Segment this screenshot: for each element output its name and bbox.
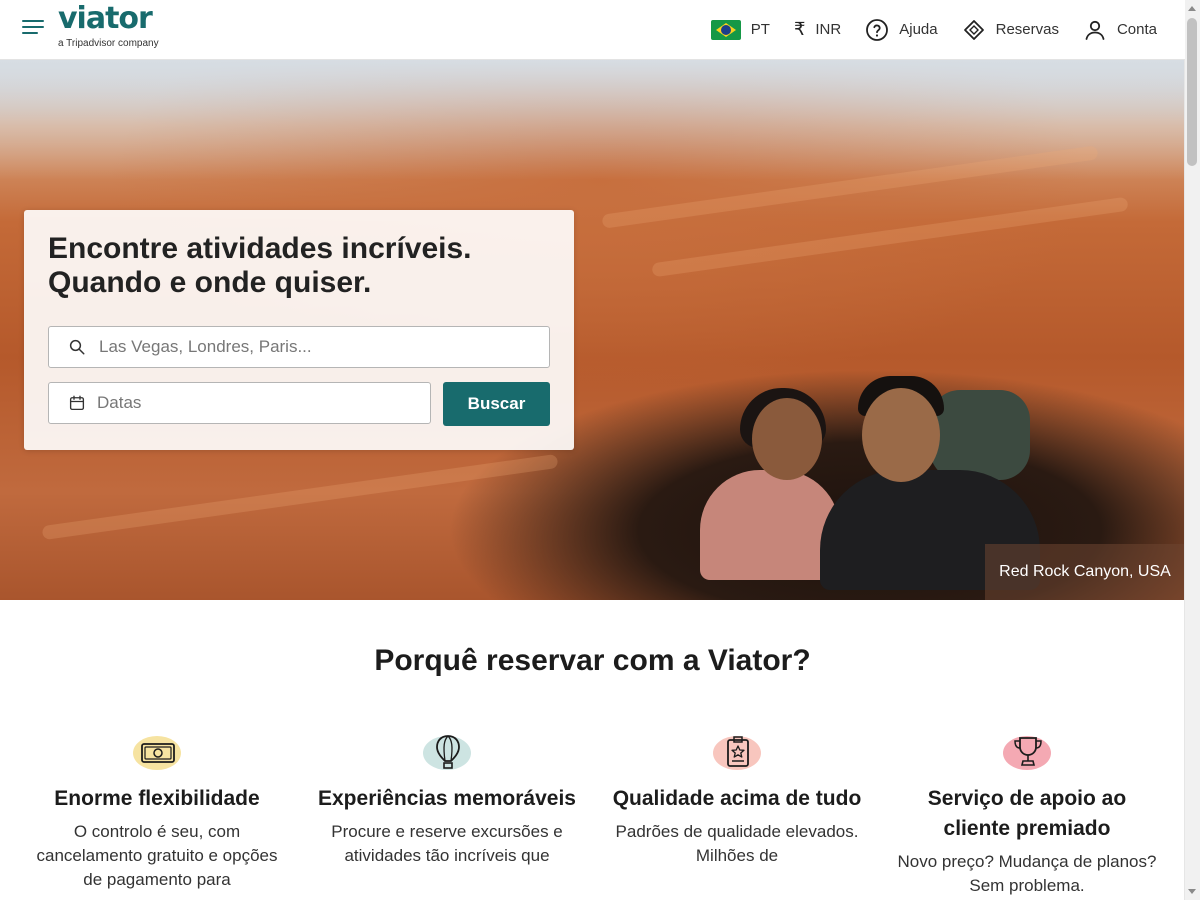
balloon-icon — [417, 730, 477, 774]
site-header: viator a Tripadvisor company PT ₹ INR Aj… — [0, 0, 1185, 60]
currency-label: INR — [815, 21, 842, 38]
dates-field[interactable]: Datas — [48, 382, 431, 424]
header-nav: PT ₹ INR Ajuda Reservas Conta — [710, 0, 1157, 59]
why-section-title: Porquê reservar com a Viator? — [374, 644, 811, 677]
ticket-icon — [962, 18, 986, 42]
viator-logo[interactable]: viator a Tripadvisor company — [58, 1, 159, 50]
logo-wordmark: viator — [58, 1, 153, 36]
bookings-label: Reservas — [995, 21, 1059, 38]
logo-tagline: a Tripadvisor company — [58, 38, 159, 49]
feature-text: Novo preço? Mudança de planos? Sem probl… — [897, 852, 1157, 895]
account-label: Conta — [1116, 21, 1157, 38]
rock-texture — [41, 453, 559, 541]
brazil-flag-icon — [710, 19, 741, 40]
backpack — [930, 390, 1030, 480]
hiker-woman — [700, 470, 840, 580]
hiker-man-face — [862, 388, 940, 482]
language-label: PT — [750, 21, 770, 38]
user-icon — [1083, 18, 1107, 42]
help-link[interactable]: Ajuda — [865, 18, 938, 42]
feature-support: Serviço de apoio ao cliente premiado Nov… — [897, 730, 1157, 898]
photo-caption: Red Rock Canyon, USA — [985, 544, 1185, 600]
feature-title: Experiências memoráveis — [318, 787, 576, 810]
search-button[interactable]: Buscar — [443, 382, 550, 426]
search-card: Encontre atividades incríveis. Quando e … — [24, 210, 574, 450]
feature-flexibility: Enorme flexibilidade O controlo é seu, c… — [27, 730, 287, 892]
scroll-thumb[interactable] — [1187, 18, 1197, 166]
feature-title: Enorme flexibilidade — [54, 787, 260, 810]
language-selector[interactable]: PT — [710, 19, 770, 40]
feature-title: Qualidade acima de tudo — [612, 787, 862, 810]
scroll-up-arrow-icon[interactable] — [1188, 6, 1196, 11]
hero-title: Encontre atividades incríveis. Quando e … — [48, 232, 472, 299]
trophy-icon — [997, 730, 1057, 774]
dates-label: Datas — [97, 393, 142, 412]
destination-field[interactable] — [48, 326, 550, 368]
feature-title: Serviço de apoio ao cliente premiado — [927, 787, 1127, 840]
rupee-icon: ₹ — [793, 19, 806, 39]
scroll-down-arrow-icon[interactable] — [1188, 889, 1196, 894]
feature-quality: Qualidade acima de tudo Padrões de quali… — [607, 730, 867, 868]
feature-text: Procure e reserve excursões e atividades… — [331, 822, 563, 865]
hamburger-menu-icon[interactable] — [22, 20, 44, 38]
page-scrollbar[interactable] — [1184, 0, 1200, 900]
search-icon — [65, 338, 89, 356]
feature-text: O controlo é seu, com cancelamento gratu… — [36, 822, 278, 889]
bookings-link[interactable]: Reservas — [962, 18, 1059, 42]
help-label: Ajuda — [899, 21, 938, 38]
help-circle-icon — [865, 18, 889, 42]
hiker-woman-face — [752, 398, 822, 480]
money-icon — [127, 730, 187, 774]
badge-star-icon — [707, 730, 767, 774]
currency-selector[interactable]: ₹ INR — [794, 19, 841, 40]
calendar-icon — [65, 394, 89, 412]
account-link[interactable]: Conta — [1083, 18, 1157, 42]
destination-input[interactable] — [97, 336, 481, 358]
feature-text: Padrões de qualidade elevados. Milhões d… — [615, 822, 859, 865]
feature-experiences: Experiências memoráveis Procure e reserv… — [317, 730, 577, 868]
